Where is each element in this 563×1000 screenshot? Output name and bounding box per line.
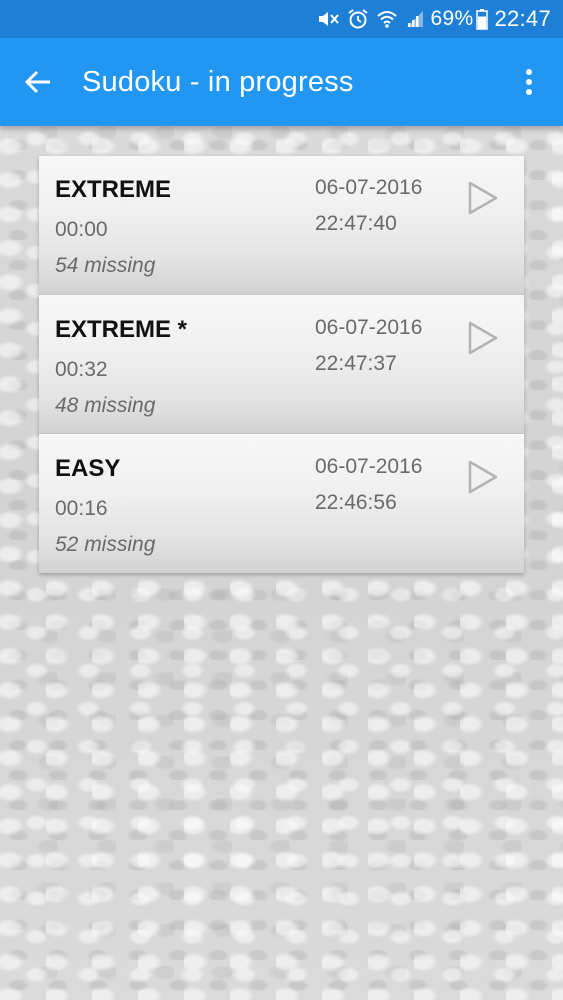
play-icon xyxy=(468,181,498,215)
more-vertical-icon xyxy=(526,69,532,95)
game-date: 06-07-2016 xyxy=(315,455,423,478)
game-missing-count: 54 missing xyxy=(55,254,156,277)
play-button[interactable] xyxy=(465,318,501,358)
status-bar: 69% 22:47 xyxy=(0,0,563,38)
games-list: EXTREME 00:00 54 missing 06-07-2016 22:4… xyxy=(39,156,524,573)
game-elapsed-time: 00:00 xyxy=(55,218,108,241)
alarm-icon xyxy=(347,7,369,31)
game-date: 06-07-2016 xyxy=(315,176,423,199)
battery-percent: 69% xyxy=(430,7,474,30)
play-button[interactable] xyxy=(465,178,501,218)
game-time: 22:47:40 xyxy=(315,212,397,235)
signal-icon xyxy=(405,7,425,31)
back-button[interactable] xyxy=(18,62,58,102)
game-date: 06-07-2016 xyxy=(315,316,423,339)
wifi-icon xyxy=(376,7,398,31)
game-difficulty: EASY xyxy=(55,455,121,482)
overflow-menu-button[interactable] xyxy=(509,58,549,106)
play-icon xyxy=(468,321,498,355)
arrow-left-icon xyxy=(24,70,50,94)
game-time: 22:46:56 xyxy=(315,491,397,514)
game-difficulty: EXTREME * xyxy=(55,316,188,343)
app-bar: Sudoku - in progress xyxy=(0,38,563,126)
game-time: 22:47:37 xyxy=(315,352,397,375)
page-title: Sudoku - in progress xyxy=(82,65,354,98)
mute-icon xyxy=(316,7,340,31)
game-missing-count: 48 missing xyxy=(55,394,156,417)
play-icon xyxy=(468,460,498,494)
play-button[interactable] xyxy=(465,457,501,497)
game-elapsed-time: 00:32 xyxy=(55,358,108,381)
game-elapsed-time: 00:16 xyxy=(55,497,108,520)
game-item[interactable]: EASY 00:16 52 missing 06-07-2016 22:46:5… xyxy=(39,434,524,573)
status-clock: 22:47 xyxy=(494,6,551,31)
game-item[interactable]: EXTREME 00:00 54 missing 06-07-2016 22:4… xyxy=(39,156,524,295)
game-difficulty: EXTREME xyxy=(55,176,172,203)
game-item[interactable]: EXTREME * 00:32 48 missing 06-07-2016 22… xyxy=(39,295,524,434)
game-missing-count: 52 missing xyxy=(55,533,156,556)
battery-icon xyxy=(476,7,489,31)
